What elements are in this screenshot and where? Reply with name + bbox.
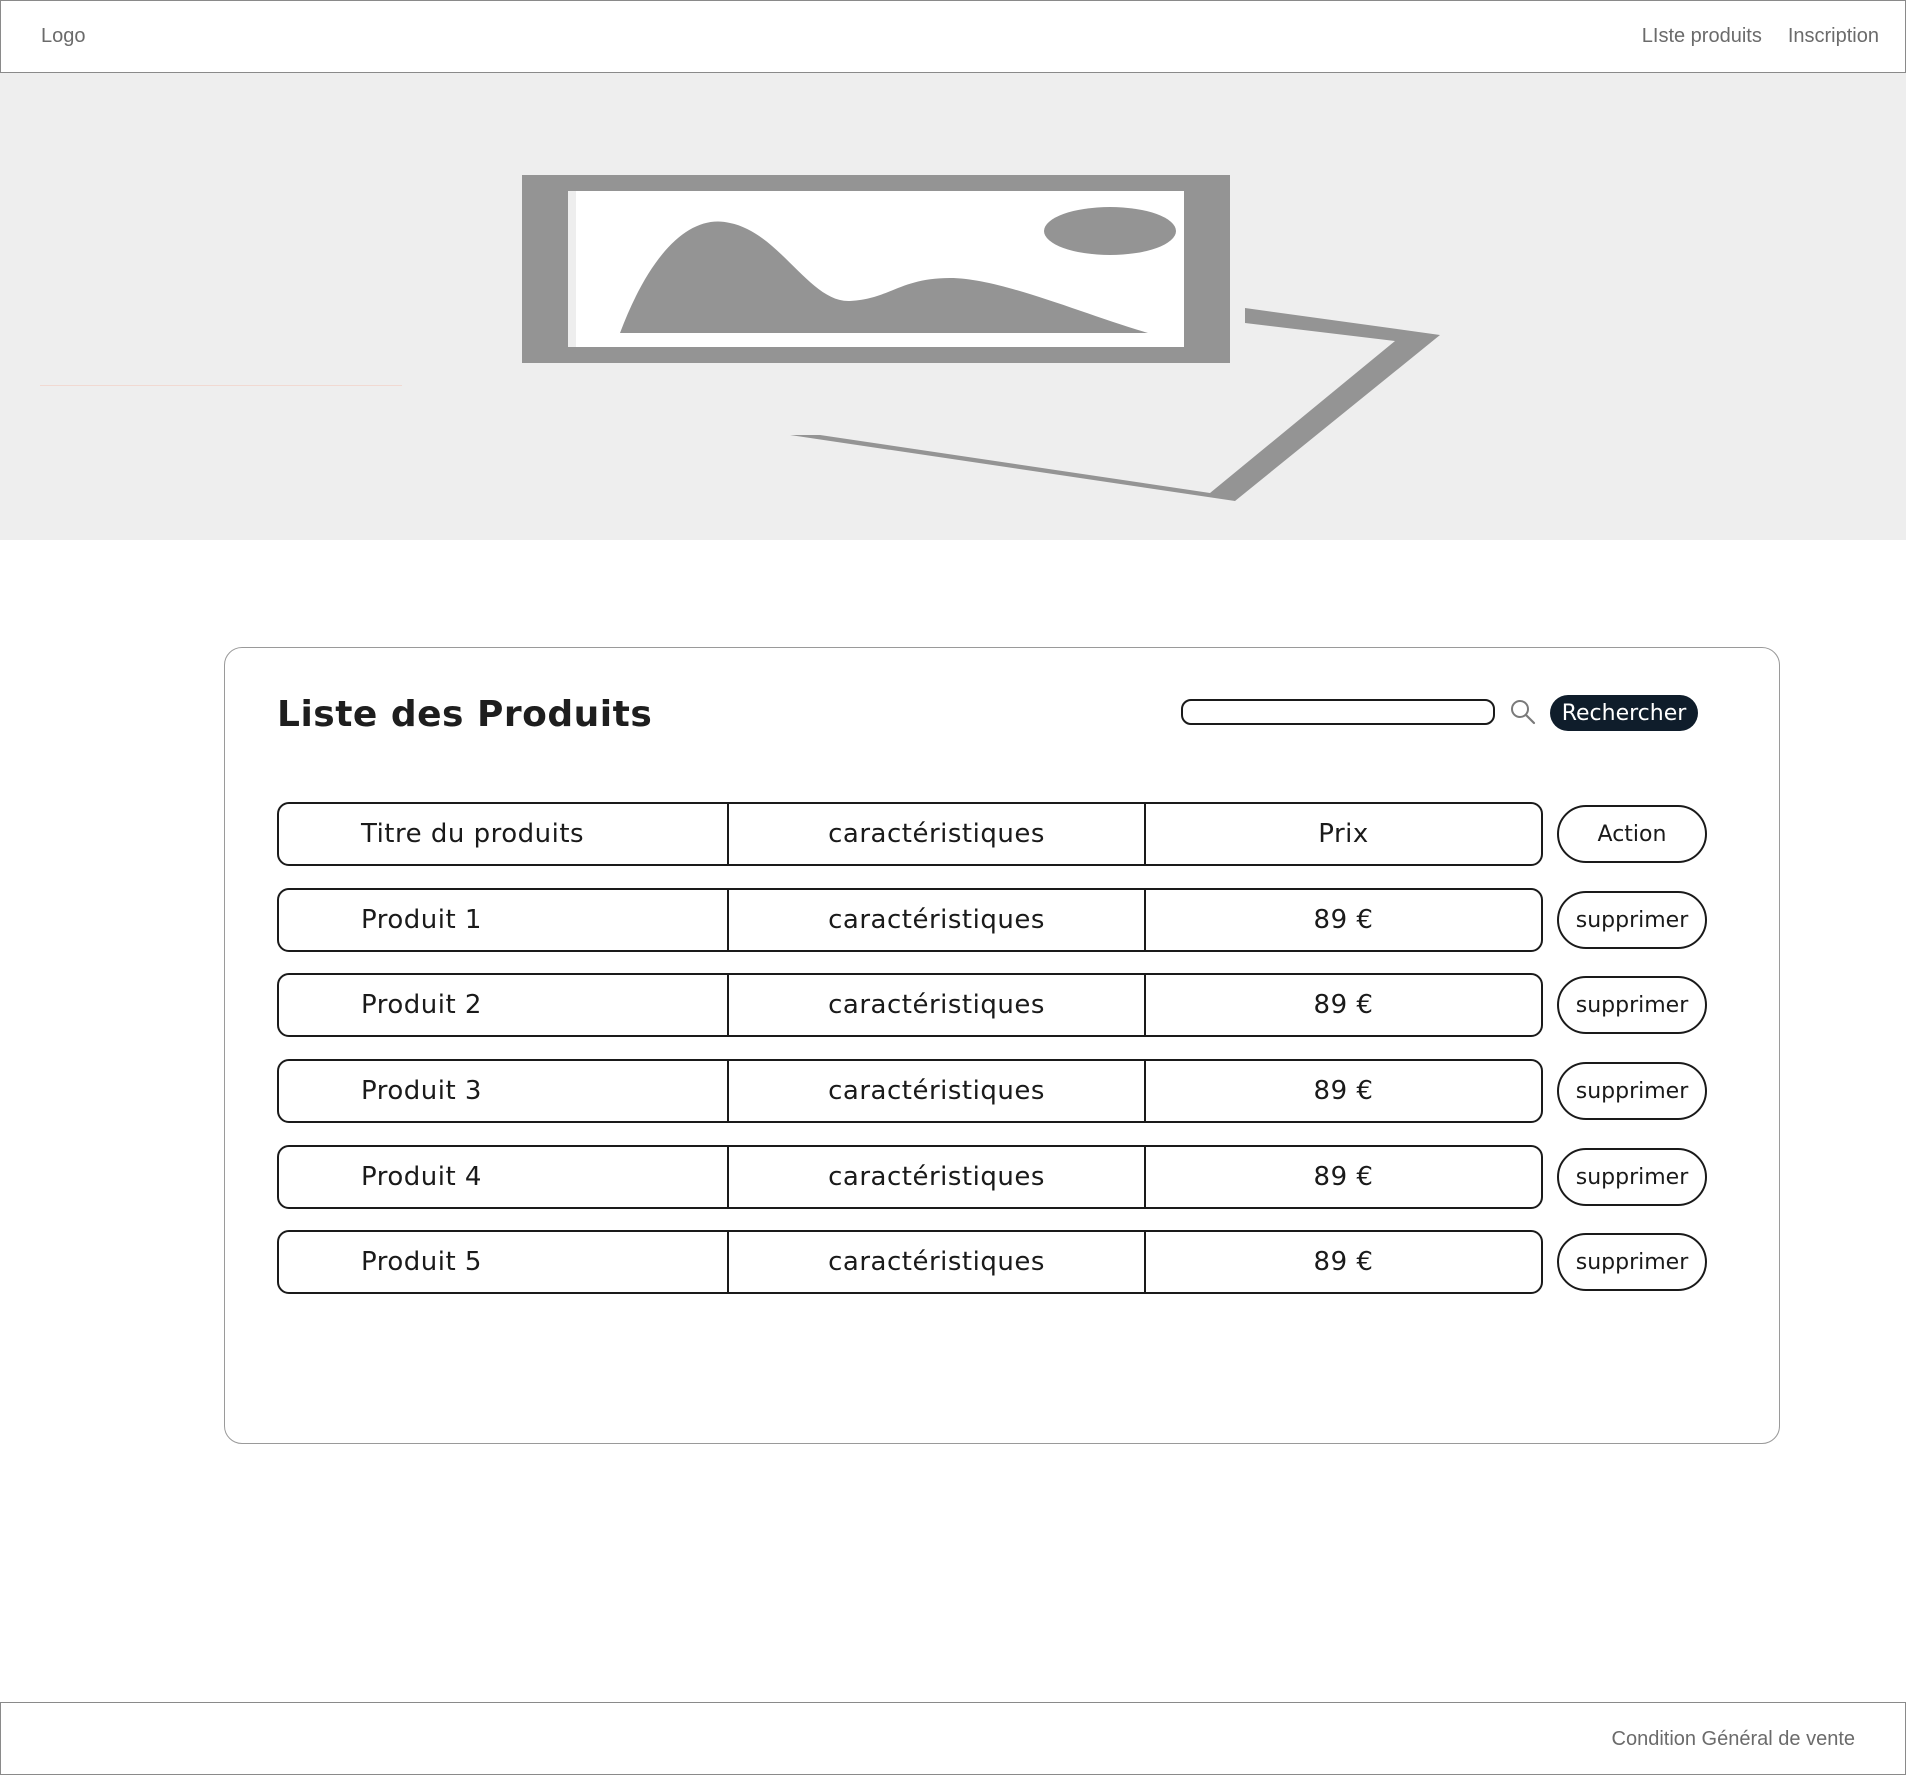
- delete-button[interactable]: supprimer: [1557, 1233, 1707, 1291]
- product-features: caractéristiques: [729, 1061, 1146, 1121]
- product-price: 89 €: [1313, 1076, 1374, 1106]
- delete-button[interactable]: supprimer: [1557, 1062, 1707, 1120]
- product-title: Produit 2: [279, 975, 729, 1035]
- delete-button[interactable]: supprimer: [1557, 1148, 1707, 1206]
- table-header-row: Titre du produits caractéristiques Prix: [277, 802, 1543, 866]
- image-placeholder-icon: [522, 175, 1440, 501]
- product-price: 89 €: [1313, 1162, 1374, 1192]
- table-row: Produit 5 caractéristiques 89 €: [277, 1230, 1543, 1294]
- nav-link-signup[interactable]: Inscription: [1788, 25, 1879, 48]
- table-row: Produit 4 caractéristiques 89 €: [277, 1145, 1543, 1209]
- table-row: Produit 2 caractéristiques 89 €: [277, 973, 1543, 1037]
- search-button[interactable]: Rechercher: [1550, 695, 1698, 731]
- delete-button[interactable]: supprimer: [1557, 976, 1707, 1034]
- hero-banner: [0, 73, 1906, 540]
- logo[interactable]: Logo: [41, 25, 86, 48]
- table-row: Produit 1 caractéristiques 89 €: [277, 888, 1543, 952]
- main-nav: LIste produits Inscription: [1642, 25, 1879, 48]
- terms-of-sale-link[interactable]: Condition Général de vente: [1612, 1728, 1856, 1751]
- search-icon[interactable]: [1509, 698, 1537, 726]
- action-header-button[interactable]: Action: [1557, 805, 1707, 863]
- product-features: caractéristiques: [729, 890, 1146, 950]
- product-title: Produit 1: [279, 890, 729, 950]
- table-row: Produit 3 caractéristiques 89 €: [277, 1059, 1543, 1123]
- delete-button[interactable]: supprimer: [1557, 891, 1707, 949]
- product-list-panel: Liste des Produits Rechercher Titre du p…: [224, 647, 1780, 1444]
- page-title: Liste des Produits: [277, 694, 653, 735]
- site-footer: Condition Général de vente: [0, 1702, 1906, 1775]
- product-features: caractéristiques: [729, 975, 1146, 1035]
- site-header: Logo LIste produits Inscription: [0, 0, 1906, 73]
- nav-link-product-list[interactable]: LIste produits: [1642, 25, 1762, 48]
- hero-divider: [40, 385, 402, 386]
- product-price: 89 €: [1313, 1247, 1374, 1277]
- search-input[interactable]: [1181, 699, 1495, 725]
- product-price: 89 €: [1313, 905, 1374, 935]
- column-header-features: caractéristiques: [729, 804, 1146, 864]
- product-title: Produit 4: [279, 1147, 729, 1207]
- product-title: Produit 5: [279, 1232, 729, 1292]
- column-header-price: Prix: [1318, 819, 1369, 849]
- product-title: Produit 3: [279, 1061, 729, 1121]
- product-features: caractéristiques: [729, 1232, 1146, 1292]
- column-header-title: Titre du produits: [279, 804, 729, 864]
- product-features: caractéristiques: [729, 1147, 1146, 1207]
- product-price: 89 €: [1313, 990, 1374, 1020]
